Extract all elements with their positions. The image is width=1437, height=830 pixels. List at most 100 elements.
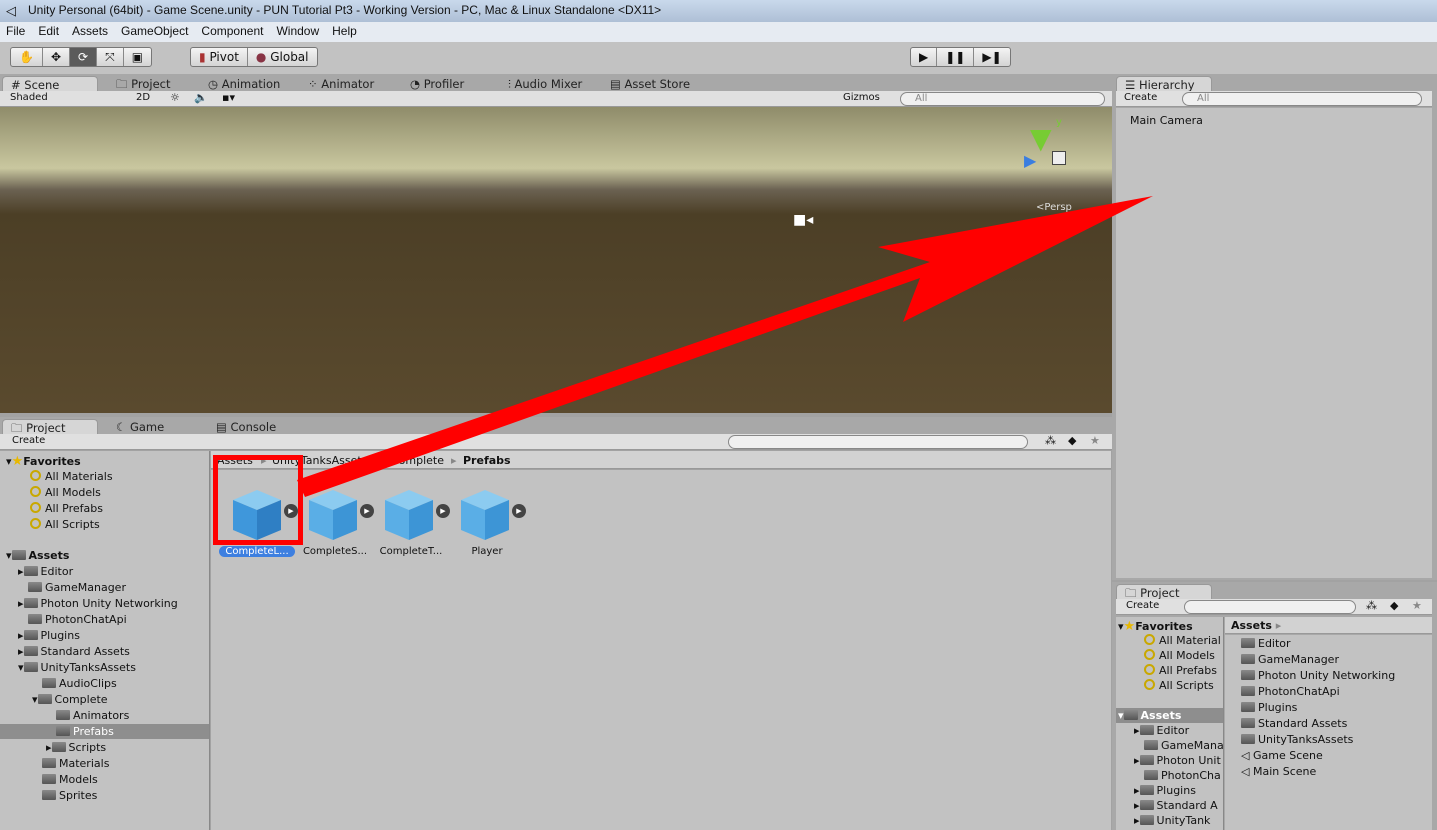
- filter-type-icon[interactable]: ⁂: [1366, 599, 1377, 612]
- project-tab-bar: 🗀 Project ☾ Game ▤ Console: [0, 417, 1112, 436]
- pivot-button[interactable]: ▮ Pivot: [191, 48, 248, 66]
- project-tree: ▾★Favorites All Materials All Models All…: [0, 451, 210, 830]
- assets-root[interactable]: ▾ Assets: [6, 549, 69, 562]
- favorites-header[interactable]: ▾★Favorites: [1118, 619, 1193, 634]
- play-button[interactable]: ▶: [911, 48, 938, 66]
- favorite-star-icon[interactable]: ★: [1412, 599, 1422, 612]
- 2d-toggle[interactable]: 2D: [136, 92, 150, 103]
- folder-item[interactable]: Standard Assets: [1241, 717, 1347, 730]
- tree-item[interactable]: PhotonCha: [1144, 769, 1221, 782]
- scene-search-input[interactable]: All: [900, 92, 1105, 106]
- breadcrumb-prefabs[interactable]: Prefabs: [463, 454, 511, 467]
- lighting-icon[interactable]: ☼: [170, 91, 180, 104]
- tree-sprites[interactable]: Sprites: [42, 789, 97, 802]
- favorite-all-prefabs[interactable]: All Prefabs: [30, 502, 103, 515]
- tree-plugins[interactable]: ▸ Plugins: [18, 629, 80, 642]
- scene-viewport[interactable]: ▼ y ▶ <Persp ■◂: [0, 107, 1112, 413]
- favorites-header[interactable]: ▾★Favorites: [6, 454, 81, 469]
- scene-gizmo-icon[interactable]: ▼: [1030, 125, 1052, 153]
- folder-item[interactable]: GameManager: [1241, 653, 1339, 666]
- menu-file[interactable]: File: [6, 24, 25, 42]
- expand-prefab-icon[interactable]: ▶: [512, 504, 526, 518]
- filter-label-icon[interactable]: ◆: [1068, 434, 1076, 447]
- favorite-star-icon[interactable]: ★: [1090, 434, 1100, 447]
- global-button[interactable]: ● Global: [248, 48, 317, 66]
- favorite-all-models[interactable]: All Models: [30, 486, 101, 499]
- project2-create-button[interactable]: Create: [1126, 600, 1159, 611]
- favorite-item[interactable]: All Scripts: [1144, 679, 1214, 692]
- tree-editor[interactable]: ▸ Editor: [18, 565, 73, 578]
- folder-item[interactable]: Photon Unity Networking: [1241, 669, 1395, 682]
- project2-search-input[interactable]: [1184, 600, 1356, 614]
- rotate-icon[interactable]: ⟳: [70, 48, 98, 66]
- breadcrumb-complete[interactable]: Complete: [391, 454, 444, 467]
- tree-item[interactable]: ▸ Editor: [1134, 724, 1189, 737]
- rect-icon[interactable]: ▣: [124, 48, 151, 66]
- project2-toolbar: Create ⁂ ◆ ★: [1116, 599, 1432, 615]
- filter-label-icon[interactable]: ◆: [1390, 599, 1398, 612]
- hierarchy-list: Main Camera: [1116, 108, 1432, 578]
- axis-x-icon: ▶: [1024, 151, 1037, 170]
- move-icon[interactable]: ✥: [43, 48, 71, 66]
- tree-photonchatapi[interactable]: PhotonChatApi: [28, 613, 127, 626]
- axis-y-label: y: [1056, 117, 1062, 128]
- tree-item[interactable]: GameMana: [1144, 739, 1223, 752]
- expand-prefab-icon[interactable]: ▶: [436, 504, 450, 518]
- project2-breadcrumb[interactable]: Assets ▸: [1225, 617, 1432, 634]
- persp-label[interactable]: <Persp: [1036, 202, 1072, 213]
- scene-item[interactable]: ◁ Game Scene: [1241, 749, 1323, 762]
- shading-dropdown[interactable]: Shaded: [10, 92, 48, 103]
- tree-photon-unity-networking[interactable]: ▸ Photon Unity Networking: [18, 597, 178, 610]
- gizmos-dropdown[interactable]: Gizmos: [843, 92, 880, 103]
- step-button[interactable]: ▶❚: [974, 48, 1009, 66]
- tree-item[interactable]: ▸ Plugins: [1134, 784, 1196, 797]
- tree-item[interactable]: ▸ Standard A: [1134, 799, 1218, 812]
- gizmo-center-icon[interactable]: [1052, 151, 1066, 165]
- tree-prefabs[interactable]: Prefabs: [56, 725, 114, 738]
- hierarchy-create-button[interactable]: Create: [1124, 92, 1157, 103]
- folder-item[interactable]: Plugins: [1241, 701, 1297, 714]
- tree-item[interactable]: ▸ Photon Unit: [1134, 754, 1221, 767]
- prefab-cube-icon: [385, 490, 433, 540]
- menu-gameobject[interactable]: GameObject: [121, 24, 188, 42]
- favorite-item[interactable]: All Prefabs: [1144, 664, 1217, 677]
- tree-scripts[interactable]: ▸ Scripts: [46, 741, 106, 754]
- pause-button[interactable]: ❚❚: [937, 48, 975, 66]
- tree-gamemanager[interactable]: GameManager: [28, 581, 126, 594]
- hierarchy-search-input[interactable]: All: [1182, 92, 1422, 106]
- filter-type-icon[interactable]: ⁂: [1045, 434, 1056, 447]
- favorite-all-materials[interactable]: All Materials: [30, 470, 113, 483]
- tree-complete[interactable]: ▾ Complete: [32, 693, 108, 706]
- project-search-input[interactable]: [728, 435, 1028, 449]
- favorite-item[interactable]: All Material: [1144, 634, 1221, 647]
- tree-materials[interactable]: Materials: [42, 757, 109, 770]
- scene-item[interactable]: ◁ Main Scene: [1241, 765, 1316, 778]
- tree-audioclips[interactable]: AudioClips: [42, 677, 117, 690]
- menu-edit[interactable]: Edit: [38, 24, 59, 42]
- menu-help[interactable]: Help: [332, 24, 357, 42]
- tree-animators[interactable]: Animators: [56, 709, 129, 722]
- favorite-item[interactable]: All Models: [1144, 649, 1215, 662]
- assets-root[interactable]: ▾ Assets: [1118, 709, 1181, 722]
- expand-prefab-icon[interactable]: ▶: [360, 504, 374, 518]
- tree-standard-assets[interactable]: ▸ Standard Assets: [18, 645, 130, 658]
- prefab-label: CompleteS...: [302, 546, 368, 557]
- hand-icon[interactable]: ✋: [11, 48, 43, 66]
- hierarchy-item-main-camera[interactable]: Main Camera: [1130, 114, 1203, 127]
- folder-item[interactable]: PhotonChatApi: [1241, 685, 1340, 698]
- audio-icon[interactable]: 🔈: [194, 91, 208, 104]
- menu-component[interactable]: Component: [201, 24, 263, 42]
- menu-window[interactable]: Window: [276, 24, 319, 42]
- effects-icon[interactable]: ▪▾: [222, 91, 235, 104]
- favorite-all-scripts[interactable]: All Scripts: [30, 518, 100, 531]
- folder-item[interactable]: UnityTanksAssets: [1241, 733, 1353, 746]
- tree-models[interactable]: Models: [42, 773, 98, 786]
- menu-assets[interactable]: Assets: [72, 24, 108, 42]
- camera-icon[interactable]: ■◂: [793, 212, 813, 228]
- folder-item[interactable]: Editor: [1241, 637, 1291, 650]
- tree-unitytanksassets[interactable]: ▾ UnityTanksAssets: [18, 661, 136, 674]
- scale-icon[interactable]: ⤧: [97, 48, 124, 66]
- tree-item[interactable]: ▸ UnityTank: [1134, 814, 1210, 827]
- project-create-button[interactable]: Create: [12, 435, 45, 446]
- unity-scene-icon: ◁: [1241, 765, 1253, 778]
